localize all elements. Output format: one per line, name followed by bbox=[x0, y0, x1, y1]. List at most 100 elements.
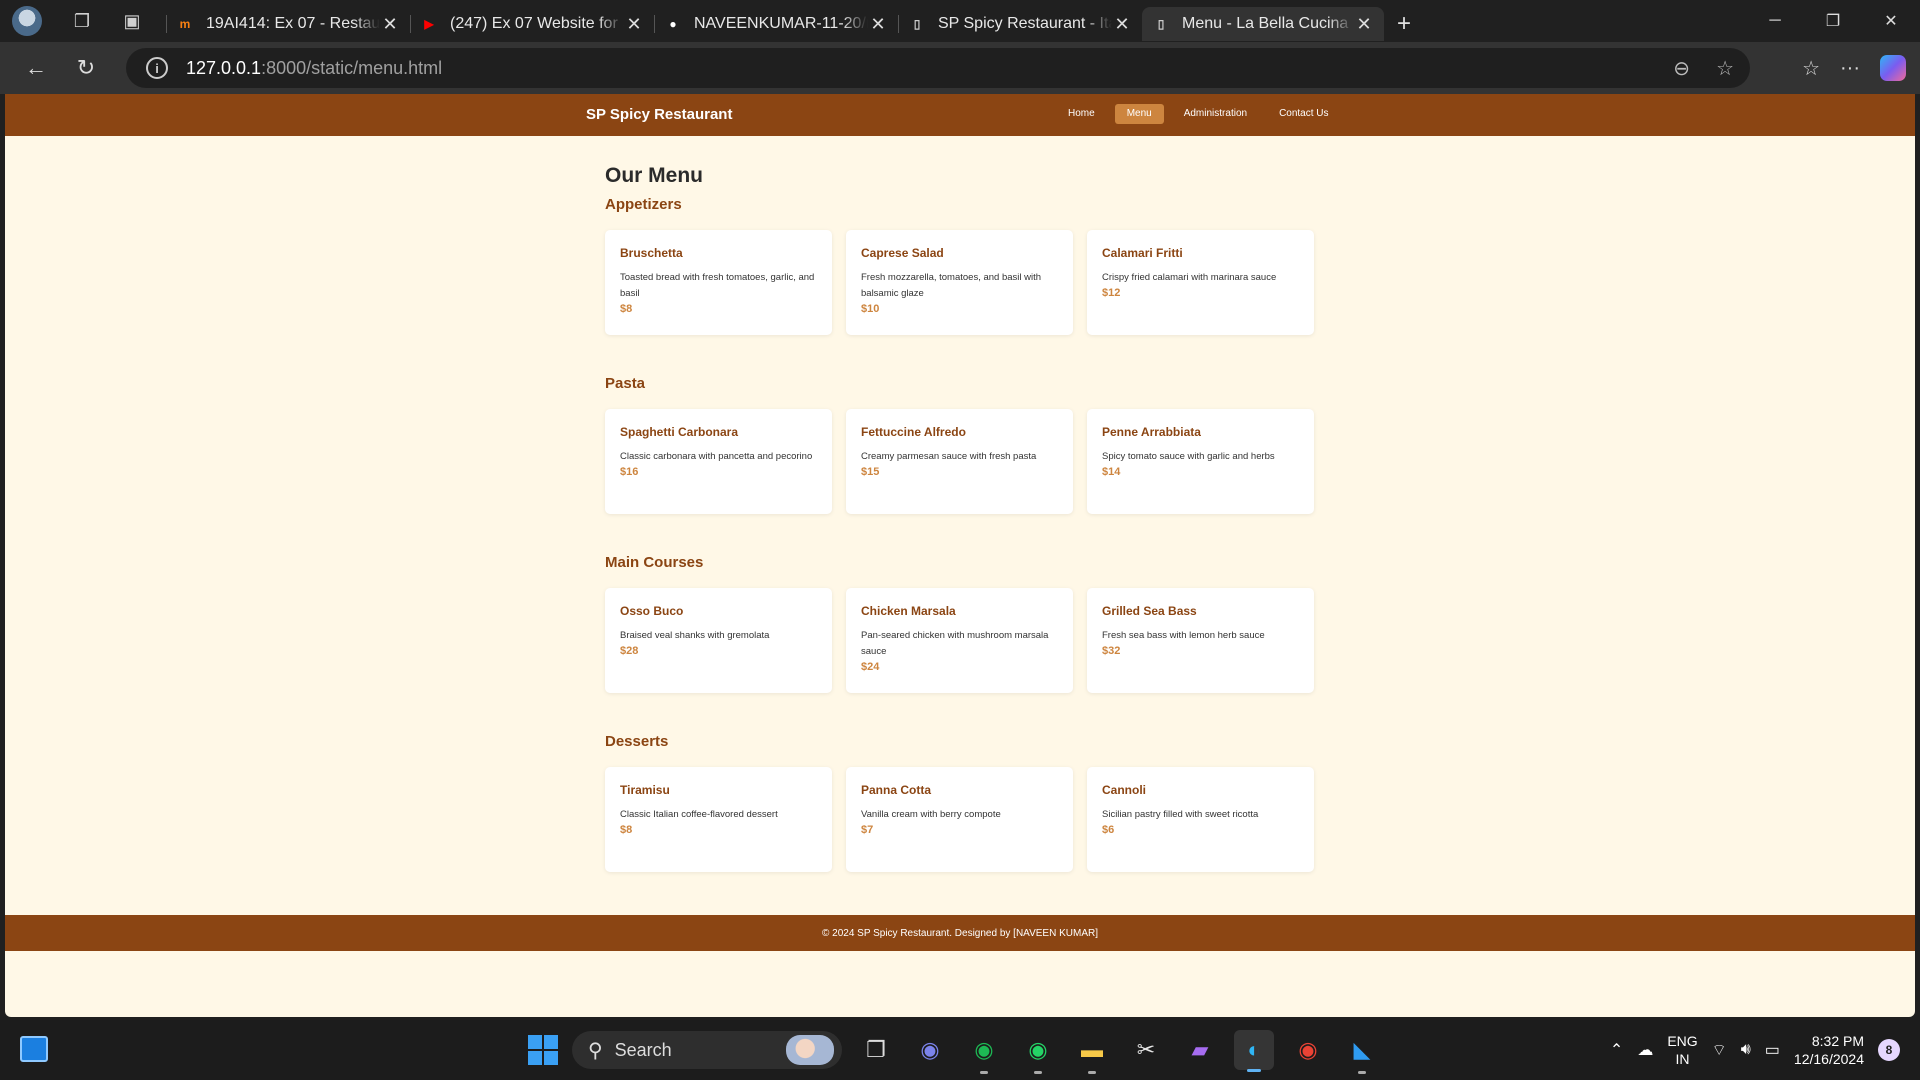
new-tab-button[interactable]: + bbox=[1384, 7, 1424, 41]
menu-item-name: Cannoli bbox=[1102, 783, 1146, 797]
wifi-icon[interactable]: ⌔ bbox=[1712, 1040, 1727, 1060]
menu-item-price: $6 bbox=[1102, 824, 1115, 836]
browser-tab[interactable]: m 19AI414: Ex 07 - Restaurant Webs✕ bbox=[166, 7, 410, 41]
back-icon[interactable]: ← bbox=[14, 48, 58, 88]
menu-item-price: $7 bbox=[861, 824, 874, 836]
browser-tab-bar: ❐ ▣ m19AI414: Ex 07 - Restaurant Webs✕▶(… bbox=[0, 0, 1920, 42]
site-footer: © 2024 SP Spicy Restaurant. Designed by … bbox=[5, 915, 1915, 951]
more-menu-icon[interactable]: ··· bbox=[1840, 57, 1860, 80]
browser-tab[interactable]: ▶ (247) Ex 07 Website for Software f✕ bbox=[410, 7, 654, 41]
page-viewport: SP Spicy Restaurant Home Menu Administrati… bbox=[5, 94, 1915, 1017]
spotify-icon[interactable]: ◉ bbox=[964, 1030, 1004, 1074]
restore-icon[interactable]: ❐ bbox=[1804, 0, 1862, 42]
file-explorer-icon[interactable]: ▬ bbox=[1072, 1030, 1112, 1074]
chrome-icon[interactable]: ◉ bbox=[1288, 1030, 1328, 1070]
favorites-icon[interactable]: ☆ bbox=[1802, 56, 1820, 81]
menu-item-name: Grilled Sea Bass bbox=[1102, 604, 1197, 618]
menu-item-price: $32 bbox=[1102, 645, 1121, 657]
nav-link-contact-us[interactable]: Contact Us bbox=[1267, 104, 1340, 124]
menu-item-description: Pan-seared chicken with mushroom marsala… bbox=[861, 630, 1049, 657]
vscode-icon[interactable]: ◣ bbox=[1342, 1030, 1382, 1074]
address-toolbar: ← ↻ i 127.0.0.1:8000/static/menu.html ⊖ … bbox=[0, 42, 1920, 94]
menu-content: Our Menu Appetizers Bruschetta Toasted bre… bbox=[605, 164, 1317, 912]
copilot-icon[interactable] bbox=[1880, 55, 1906, 81]
category-heading: Appetizers bbox=[605, 196, 682, 213]
volume-icon[interactable]: 🔊︎ bbox=[1741, 1041, 1751, 1059]
whatsapp-icon[interactable]: ◉ bbox=[1018, 1030, 1058, 1074]
page-icon: ▯ bbox=[1157, 17, 1165, 31]
task-view-icon[interactable]: ❐ bbox=[856, 1030, 896, 1070]
menu-item-price: $12 bbox=[1102, 287, 1121, 299]
menu-item-description: Fresh mozzarella, tomatoes, and basil wi… bbox=[861, 272, 1042, 299]
edge-icon[interactable]: ◐ bbox=[1234, 1030, 1274, 1072]
menu-item-price: $16 bbox=[620, 466, 639, 478]
chevron-up-icon[interactable]: ⌃ bbox=[1610, 1040, 1623, 1060]
menu-item-price: $15 bbox=[861, 466, 880, 478]
url-text[interactable]: 127.0.0.1:8000/static/menu.html bbox=[186, 58, 442, 79]
browser-tab[interactable]: ● NAVEENKUMAR-11-20/restweb✕ bbox=[654, 7, 898, 41]
close-window-icon[interactable]: ✕ bbox=[1862, 0, 1920, 42]
zoom-icon[interactable]: ⊖ bbox=[1673, 56, 1690, 81]
menu-item-card: Panna Cotta Vanilla cream with berry comp… bbox=[846, 767, 1073, 872]
nav-link-administration[interactable]: Administration bbox=[1172, 104, 1259, 124]
menu-item-description: Sicilian pastry filled with sweet ricott… bbox=[1102, 809, 1259, 820]
address-bar[interactable]: i 127.0.0.1:8000/static/menu.html ⊖ ☆ bbox=[126, 48, 1750, 88]
menu-item-name: Caprese Salad bbox=[861, 246, 944, 260]
menu-item-price: $8 bbox=[620, 824, 633, 836]
menu-item-description: Classic carbonara with pancetta and peco… bbox=[620, 451, 813, 462]
widgets-icon[interactable] bbox=[20, 1036, 48, 1062]
clipchamp-icon[interactable]: ▰ bbox=[1180, 1030, 1220, 1070]
window-controls: ─ ❐ ✕ bbox=[1746, 0, 1920, 42]
site-brand[interactable]: SP Spicy Restaurant bbox=[586, 106, 732, 123]
menu-item-card: Cannoli Sicilian pastry filled with sweet… bbox=[1087, 767, 1314, 872]
taskbar-search[interactable]: ⚲ Search bbox=[572, 1031, 842, 1069]
meet-icon[interactable]: ◉ bbox=[910, 1030, 950, 1070]
refresh-icon[interactable]: ↻ bbox=[64, 48, 108, 88]
close-tab-icon[interactable]: ✕ bbox=[380, 14, 400, 35]
menu-item-price: $14 bbox=[1102, 466, 1121, 478]
nav-link-menu[interactable]: Menu bbox=[1114, 104, 1164, 124]
browser-tab[interactable]: ▯ Menu - La Bella Cucina ✕ bbox=[1142, 7, 1384, 41]
windows-taskbar: ⚲ Search ❐ ◉ ◉ ◉ ▬ ✂ ▰ ◐ ◉ ◣ ⌃ ☁ ENG IN ⌔ 🔊︎ ▭ 8:3… bbox=[0, 1020, 1920, 1080]
vertical-tabs-icon[interactable]: ▣ bbox=[114, 3, 150, 39]
browser-tab[interactable]: ▯ SP Spicy Restaurant - Italian Resta✕ bbox=[898, 7, 1142, 41]
menu-item-card: Osso Buco Braised veal shanks with gremol… bbox=[605, 588, 832, 693]
menu-item-name: Osso Buco bbox=[620, 604, 684, 618]
favorite-star-icon[interactable]: ☆ bbox=[1716, 56, 1734, 81]
site-info-icon[interactable]: i bbox=[146, 57, 168, 79]
category-heading: Desserts bbox=[605, 733, 669, 750]
category-heading: Main Courses bbox=[605, 554, 704, 571]
menu-item-name: Tiramisu bbox=[620, 783, 670, 797]
menu-item-card: Spaghetti Carbonara Classic carbonara wit… bbox=[605, 409, 832, 514]
onedrive-icon[interactable]: ☁ bbox=[1637, 1040, 1653, 1060]
search-highlight-image bbox=[786, 1035, 834, 1065]
github-icon: ● bbox=[669, 17, 677, 31]
notification-badge[interactable]: 8 bbox=[1878, 1039, 1900, 1061]
menu-grid: Osso Buco Braised veal shanks with gremol… bbox=[605, 588, 1317, 693]
menu-item-description: Toasted bread with fresh tomatoes, garli… bbox=[620, 272, 815, 299]
menu-item-price: $8 bbox=[620, 303, 633, 315]
search-icon: ⚲ bbox=[588, 1039, 603, 1062]
menu-item-price: $24 bbox=[861, 661, 880, 673]
start-icon[interactable] bbox=[528, 1035, 558, 1065]
close-tab-icon[interactable]: ✕ bbox=[624, 14, 644, 35]
category-heading: Pasta bbox=[605, 375, 646, 392]
menu-item-name: Chicken Marsala bbox=[861, 604, 956, 618]
profile-avatar[interactable] bbox=[12, 6, 42, 36]
moodle-icon: m bbox=[179, 17, 191, 31]
nav-link-home[interactable]: Home bbox=[1056, 104, 1107, 124]
battery-icon[interactable]: ▭ bbox=[1765, 1040, 1780, 1060]
close-tab-icon[interactable]: ✕ bbox=[1112, 14, 1132, 35]
minimize-icon[interactable]: ─ bbox=[1746, 0, 1804, 42]
close-tab-icon[interactable]: ✕ bbox=[868, 14, 888, 35]
tab-title: NAVEENKUMAR-11-20/restweb bbox=[694, 15, 868, 32]
clock[interactable]: 8:32 PM 12/16/2024 bbox=[1794, 1032, 1864, 1068]
menu-item-description: Spicy tomato sauce with garlic and herbs bbox=[1102, 451, 1275, 462]
tab-title: (247) Ex 07 Website for Software f bbox=[450, 15, 624, 32]
snipping-tool-icon[interactable]: ✂ bbox=[1126, 1030, 1166, 1070]
menu-item-description: Vanilla cream with berry compote bbox=[861, 809, 1001, 820]
close-tab-icon[interactable]: ✕ bbox=[1354, 14, 1374, 35]
menu-item-price: $10 bbox=[861, 303, 880, 315]
language-indicator[interactable]: ENG IN bbox=[1667, 1032, 1697, 1068]
workspaces-icon[interactable]: ❐ bbox=[64, 3, 100, 39]
